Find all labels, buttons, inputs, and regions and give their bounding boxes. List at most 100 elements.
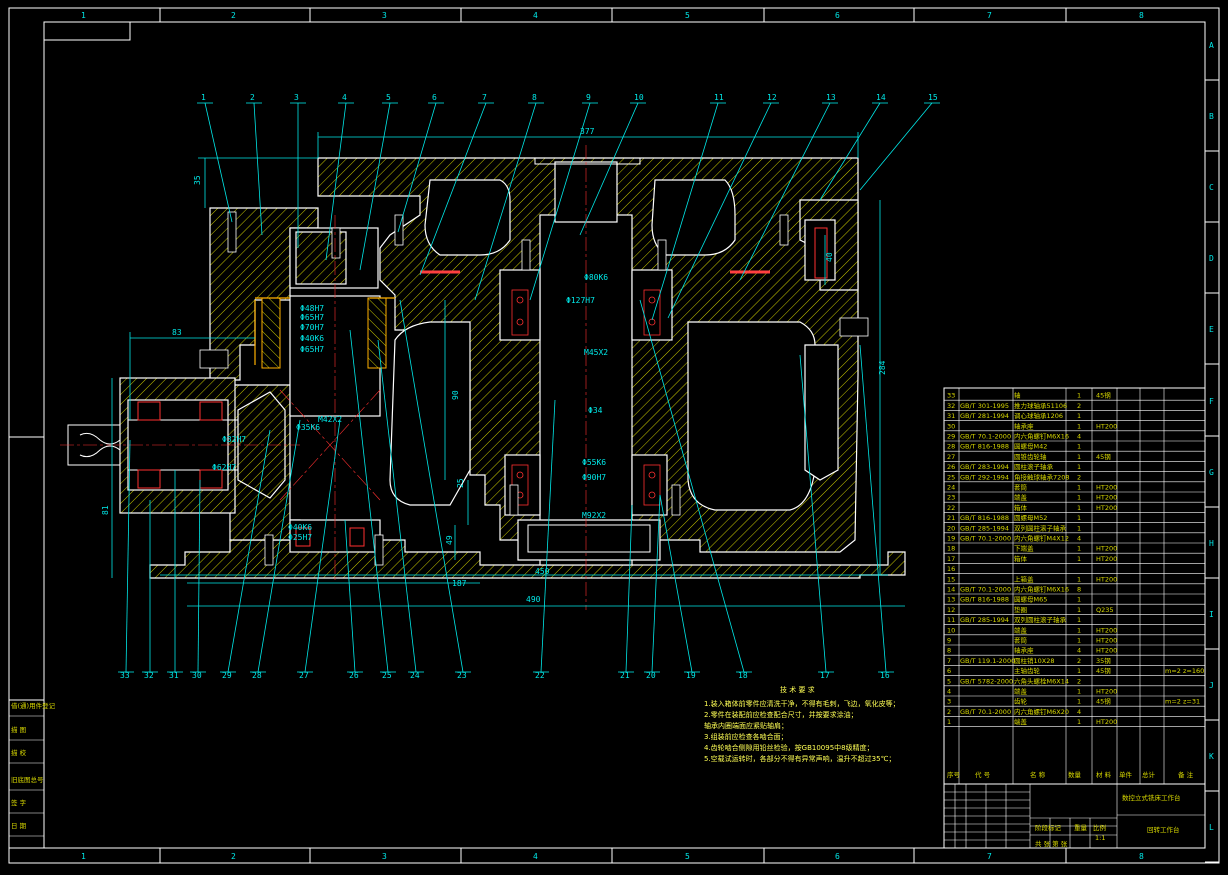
leader-number-top: 7 [482,93,487,102]
bom-cell-no: 9 [947,637,951,645]
leader-number-top: 5 [386,93,391,102]
bom-cell-std: GB/T 70.1-2000 [960,708,1011,716]
bom-header-note: 备 注 [1178,770,1194,779]
bom-cell-qty: 1 [1077,575,1081,583]
leader-number-top: 11 [714,93,724,102]
bom-cell-qty: 1 [1077,443,1081,451]
section-dim-label: Φ65H7 [300,345,324,354]
leader-number-top: 8 [532,93,537,102]
bom-cell-name: 轴承座 [1014,421,1034,430]
tech-line: 轴承内圈端面应紧贴轴肩； [704,721,788,730]
bom-cell-no: 2 [947,708,951,716]
bom-cell-name: 圆柱滚子轴承 [1014,462,1054,471]
svg-text:284: 284 [878,360,887,375]
bom-cell-no: 1 [947,718,951,726]
bom-cell-no: 12 [947,606,955,614]
bom-cell-no: 32 [947,402,955,410]
bom-cell-std: GB/T 70.1-2000 [960,433,1011,441]
leader-number-bottom: 32 [144,671,154,680]
zone-right-label: A [1209,41,1214,50]
bom-cell-std: GB/T 285-1994 [960,616,1009,624]
bom-cell-mat: 45钢 [1096,392,1111,400]
bom-header-no: 序号 [947,770,961,779]
bom-cell-qty: 1 [1077,422,1081,430]
bom-cell-name: 圆螺母M42 [1014,442,1047,451]
bom-cell-no: 22 [947,504,955,512]
zone-bottom-label: 7 [987,852,992,861]
leader-number-top: 15 [928,93,938,102]
zone-right-label: E [1209,325,1214,334]
section-dim-label: Φ65H7 [300,313,324,322]
cavity-right [687,321,816,511]
tech-requirements: 技 术 要 求 1.装入箱体前零件应清洗干净，不得有毛刺，飞边，氧化皮等； 2.零… [704,685,900,763]
zone-right-label: J [1209,681,1214,690]
bom-cell-no: 15 [947,575,955,583]
zone-top-label: 2 [231,11,236,20]
bom-cell-name: 调心球轴承1206 [1014,411,1063,420]
bom-cell-qty: 1 [1077,392,1081,400]
bom-cell-mat: 45钢 [1096,453,1111,461]
zone-top-label: 4 [533,11,538,20]
zone-bottom-label: 1 [81,852,86,861]
bom-cell-no: 10 [947,626,955,634]
bom-cell-mat: HT200 [1096,504,1117,512]
bom-cell-no: 31 [947,412,955,420]
bom-cell-no: 19 [947,535,955,543]
title-block: 数控立式铣床工作台 回转工作台 阶段标记 重量 比例 1:1 共 张 第 张 [943,783,1206,849]
leader-number-bottom: 26 [349,671,359,680]
bom-cell-no: 18 [947,545,955,553]
zone-top-label: 5 [685,11,690,20]
section-dim-label: Φ62H7 [212,463,236,472]
leader-number-bottom: 31 [169,671,179,680]
bom-cell-name: 端盖 [1014,687,1028,696]
bom-cell-no: 14 [947,586,955,594]
section-dim-label: Φ34 [588,406,603,415]
bom-cell-qty: 1 [1077,545,1081,553]
bom-cell-qty: 4 [1077,535,1081,543]
bom-cell-no: 23 [947,494,955,502]
bom-cell-no: 21 [947,514,955,522]
zone-right-label: C [1209,183,1214,192]
zone-top-label: 6 [835,11,840,20]
svg-text:83: 83 [172,328,182,337]
bom-cell-mat: Q235 [1096,606,1114,614]
bom-cell-name: 端盖 [1014,493,1028,502]
section-dim-label: Φ90H7 [582,473,606,482]
section-dim-label: M42X2 [318,415,342,424]
leader-number-bottom: 24 [410,671,420,680]
leader-number-bottom: 17 [820,671,830,680]
svg-text:81: 81 [101,505,110,515]
bom-cell-mat: HT200 [1096,626,1117,634]
scale-value: 1:1 [1095,834,1105,842]
bom-cell-mat: 35钢 [1096,657,1111,665]
bom-cell-mat: HT200 [1096,637,1117,645]
side-stamp-cell: 签 字 [11,798,27,807]
bom-cell-std: GB/T 301-1995 [960,402,1009,410]
bom-header-w1: 单件 [1119,770,1133,779]
leader-number-bottom: 22 [535,671,545,680]
bom-cell-no: 11 [947,616,955,624]
section-dim-label: Φ70H7 [300,323,324,332]
bom-cell-note: m=2 z=31 [1165,698,1200,706]
bom-cell-name: 箱体 [1014,503,1028,512]
bom-cell-name: 圆螺母M65 [1014,595,1047,604]
bom-cell-qty: 1 [1077,524,1081,532]
leader-number-top: 12 [767,93,777,102]
bom-cell-mat: HT200 [1096,545,1117,553]
bom-cell-no: 6 [947,667,951,675]
bom-cell-name: 内六角螺钉M6X16 [1014,585,1069,594]
leader-number-bottom: 23 [457,671,467,680]
bom-cell-name: 双列圆柱滚子轴承 [1014,523,1067,532]
bom-cell-no: 7 [947,657,951,665]
stage-label: 阶段标记 [1035,823,1062,832]
bom-cell-mat: HT200 [1096,718,1117,726]
bom-cell-qty: 1 [1077,606,1081,614]
bom-cell-qty: 8 [1077,586,1081,594]
svg-text:187: 187 [452,579,467,588]
bom-cell-name: 轴承座 [1014,646,1034,655]
bom-cell-mat: HT200 [1096,555,1117,563]
leader-number-bottom: 16 [880,671,890,680]
zone-right-label: K [1209,752,1214,761]
leader-number-top: 9 [586,93,591,102]
zone-right-label: G [1209,468,1214,477]
